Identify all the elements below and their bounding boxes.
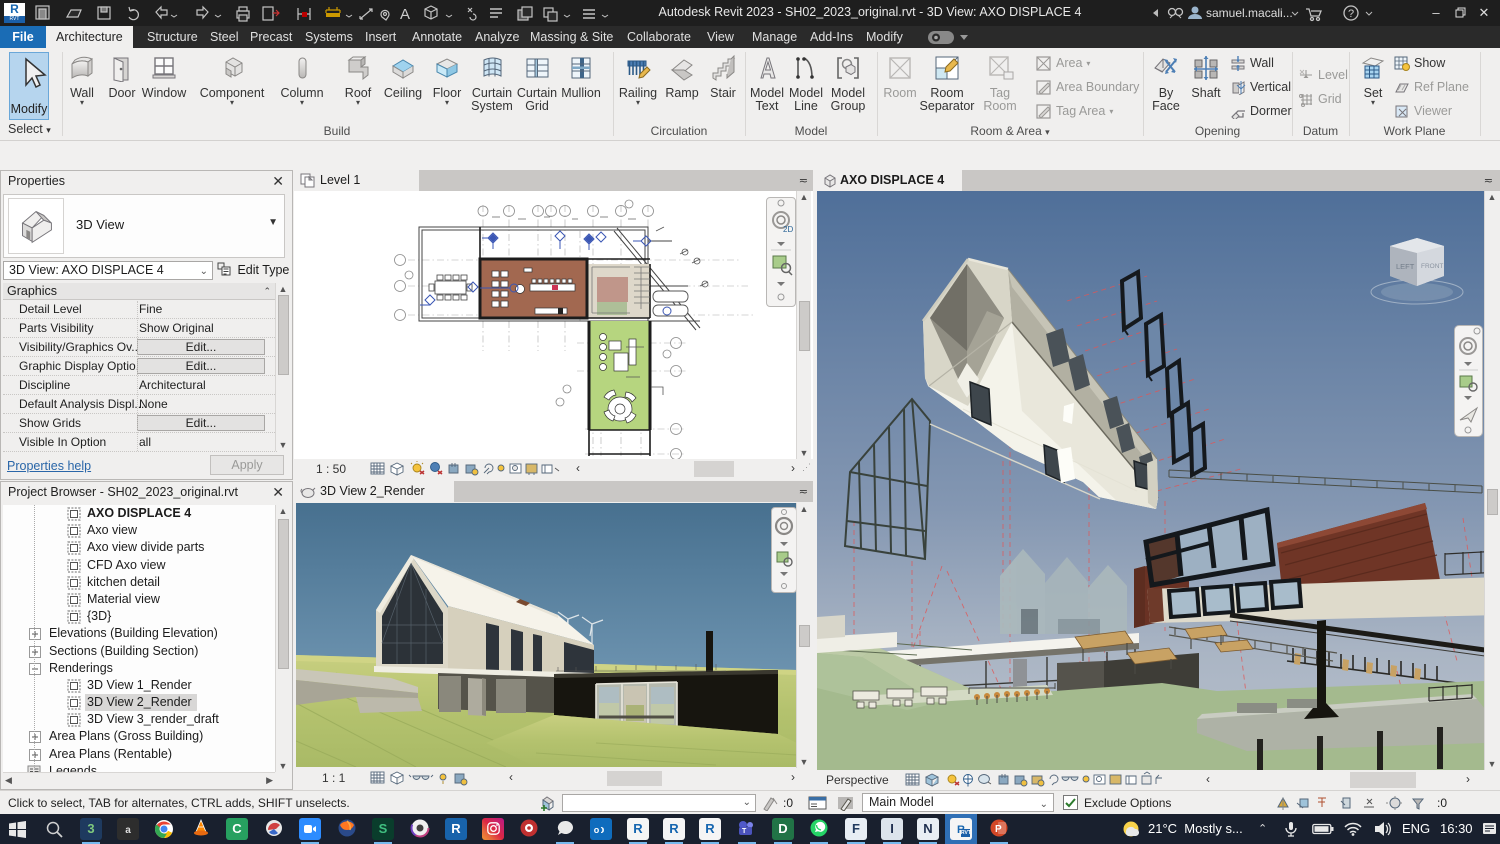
svg-text:LEFT: LEFT: [1396, 262, 1415, 271]
svg-text:P: P: [995, 824, 1002, 835]
svg-text:FRONT: FRONT: [1421, 263, 1443, 270]
svg-text:?: ?: [1348, 8, 1354, 20]
svg-text:T: T: [742, 828, 747, 835]
svg-text:samuel.macali...: samuel.macali...: [1206, 6, 1293, 20]
svg-text:A: A: [400, 6, 410, 23]
svg-text:2D: 2D: [783, 225, 793, 234]
